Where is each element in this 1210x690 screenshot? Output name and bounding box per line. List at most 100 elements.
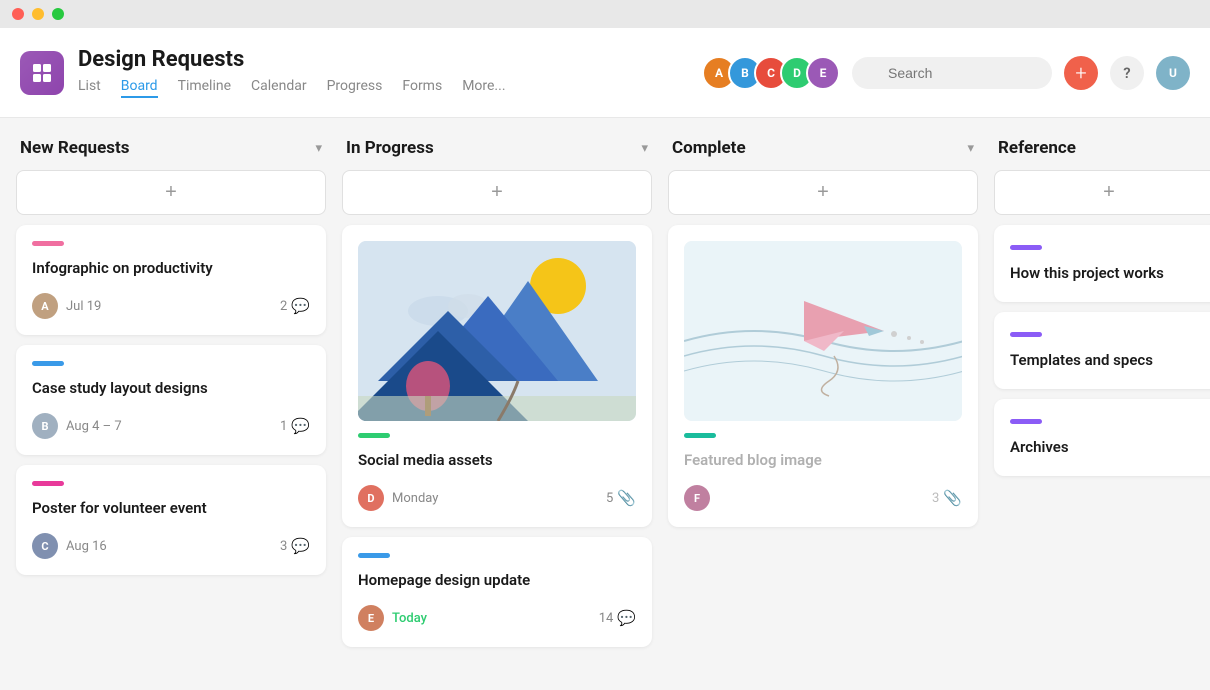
team-avatars: A B C D E [702,56,840,90]
ref-title-archives: Archives [1010,438,1208,456]
card-meta-infographic: 2 💬 [280,297,310,315]
close-button[interactable] [12,8,24,20]
card-title-social: Social media assets [358,450,636,471]
ref-title-templates: Templates and specs [1010,351,1208,369]
card-featured-blog: Featured blog image F 3 📎 [668,225,978,527]
card-footer-left-3: C Aug 16 [32,533,107,559]
card-accent-2 [32,361,64,366]
column-complete: Complete ▾ + [668,138,978,670]
search-wrap: 🔍 [852,57,1052,89]
add-card-complete[interactable]: + [668,170,978,215]
card-accent-3 [32,481,64,486]
column-in-progress: In Progress ▾ + [342,138,652,670]
ref-title-how: How this project works [1010,264,1208,282]
help-button[interactable]: ? [1110,56,1144,90]
comment-count-homepage: 14 [599,611,614,626]
ref-card-archives: Archives [994,399,1210,476]
card-footer-social: D Monday 5 📎 [358,485,636,511]
add-button[interactable]: + [1064,56,1098,90]
titlebar [0,0,1210,28]
comment-count-case-study: 1 [280,419,287,434]
card-avatar-infographic: A [32,293,58,319]
ref-card-templates: Templates and specs [994,312,1210,389]
card-footer-left-2: B Aug 4 – 7 [32,413,122,439]
comment-count-poster: 3 [280,539,287,554]
search-input[interactable] [852,57,1052,89]
chevron-down-icon-3[interactable]: ▾ [967,141,974,156]
add-card-in-progress[interactable]: + [342,170,652,215]
card-date-case-study: Aug 4 – 7 [66,419,122,434]
project-name: Design Requests [78,47,702,72]
tab-progress[interactable]: Progress [327,78,383,98]
comment-count-social: 5 [606,491,613,506]
card-image-blog [684,241,962,421]
card-homepage: Homepage design update E Today 14 💬 [342,537,652,647]
minimize-button[interactable] [32,8,44,20]
card-date-homepage: Today [392,611,427,626]
card-avatar-social: D [358,485,384,511]
header-right: A B C D E 🔍 + ? U [702,56,1190,90]
ref-accent-3 [1010,419,1042,424]
card-title-case-study: Case study layout designs [32,378,310,399]
card-poster: Poster for volunteer event C Aug 16 3 💬 [16,465,326,575]
card-meta-case-study: 1 💬 [280,417,310,435]
card-accent-homepage [358,553,390,558]
chevron-down-icon-2[interactable]: ▾ [641,141,648,156]
card-avatar-case-study: B [32,413,58,439]
card-meta-homepage: 14 💬 [599,609,636,627]
comment-icon-poster: 💬 [291,537,310,555]
comment-icon-infographic: 💬 [291,297,310,315]
card-accent-blog [684,433,716,438]
card-infographic: Infographic on productivity A Jul 19 2 💬 [16,225,326,335]
column-header-complete: Complete ▾ [668,138,978,158]
maximize-button[interactable] [52,8,64,20]
column-header-in-progress: In Progress ▾ [342,138,652,158]
card-footer-infographic: A Jul 19 2 💬 [32,293,310,319]
tab-more[interactable]: More... [462,78,505,98]
card-title-infographic: Infographic on productivity [32,258,310,279]
column-new-requests: New Requests ▾ + Infographic on producti… [16,138,326,670]
card-footer-blog: F 3 📎 [684,485,962,511]
ref-accent-2 [1010,332,1042,337]
comment-count-blog: 3 [932,491,939,506]
attachment-icon-blog: 📎 [943,489,962,507]
column-header-reference: Reference ▾ [994,138,1210,158]
tab-timeline[interactable]: Timeline [178,78,231,98]
card-accent [32,241,64,246]
comment-count-infographic: 2 [280,299,287,314]
column-header-new-requests: New Requests ▾ [16,138,326,158]
board: New Requests ▾ + Infographic on producti… [0,118,1210,690]
tab-board[interactable]: Board [121,78,158,98]
card-title-poster: Poster for volunteer event [32,498,310,519]
tab-forms[interactable]: Forms [402,78,442,98]
card-footer-left-homepage: E Today [358,605,427,631]
column-title-in-progress: In Progress [346,138,434,158]
add-card-reference[interactable]: + [994,170,1210,215]
card-footer-case-study: B Aug 4 – 7 1 💬 [32,413,310,439]
card-title-blog: Featured blog image [684,450,962,471]
card-footer-left-social: D Monday [358,485,438,511]
column-title-complete: Complete [672,138,746,158]
column-title-new-requests: New Requests [20,138,129,158]
ref-accent-1 [1010,245,1042,250]
column-reference: Reference ▾ + How this project works Tem… [994,138,1210,670]
tab-list[interactable]: List [78,78,101,98]
card-social-media: Social media assets D Monday 5 📎 [342,225,652,527]
card-avatar-poster: C [32,533,58,559]
card-meta-social: 5 📎 [606,489,636,507]
add-card-new-requests[interactable]: + [16,170,326,215]
header-titles: Design Requests List Board Timeline Cale… [78,47,702,98]
card-avatar-homepage: E [358,605,384,631]
tab-calendar[interactable]: Calendar [251,78,307,98]
chevron-down-icon[interactable]: ▾ [315,141,322,156]
card-footer-poster: C Aug 16 3 💬 [32,533,310,559]
avatar-5[interactable]: E [806,56,840,90]
comment-icon-homepage: 💬 [617,609,636,627]
user-avatar[interactable]: U [1156,56,1190,90]
card-footer-left-blog: F [684,485,710,511]
card-image-social-media [358,241,636,421]
card-title-homepage: Homepage design update [358,570,636,591]
card-avatar-blog: F [684,485,710,511]
column-title-reference: Reference [998,138,1076,158]
card-footer-homepage: E Today 14 💬 [358,605,636,631]
